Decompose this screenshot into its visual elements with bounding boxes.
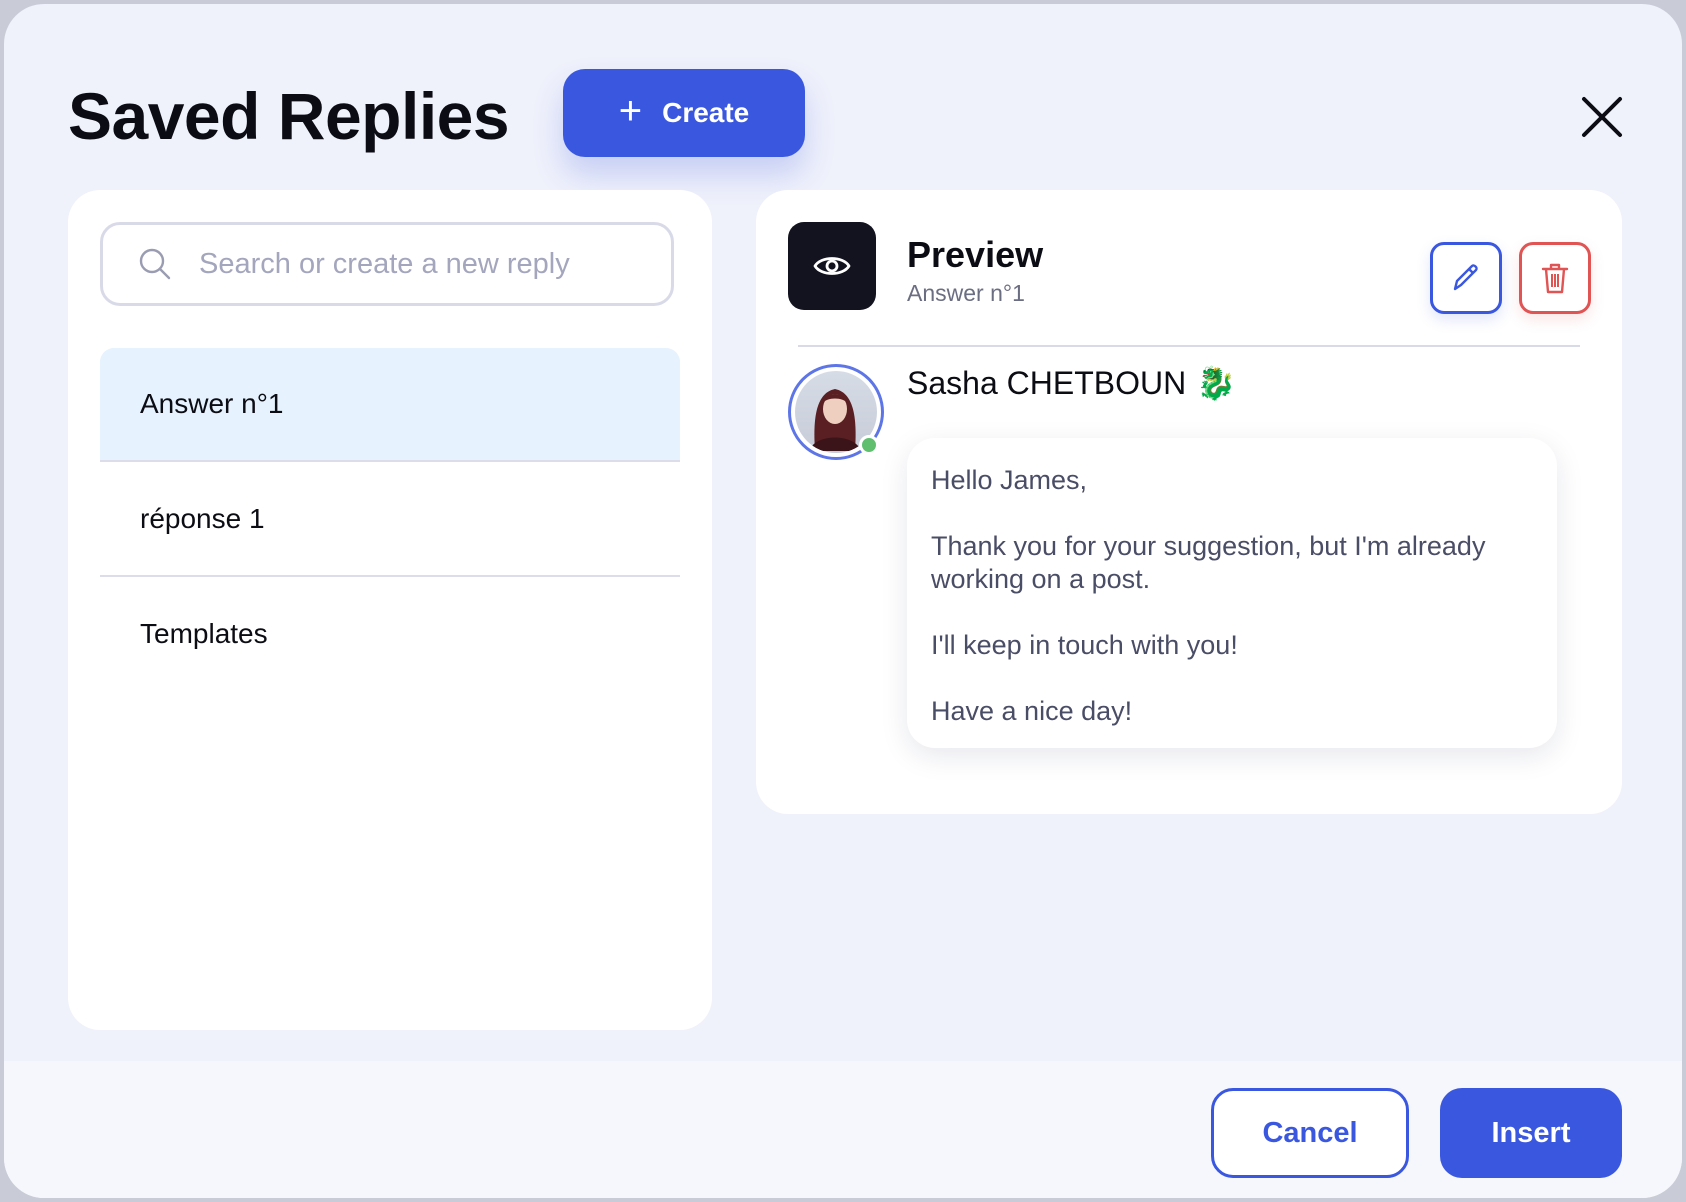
plus-icon: + — [618, 89, 643, 133]
preview-panel: Preview Answer n°1 Sasha CHETBOUN 🐉 Hell… — [756, 190, 1622, 814]
reply-item-answer-1[interactable]: Answer n°1 — [100, 348, 680, 462]
create-button-label: Create — [662, 97, 750, 128]
modal-footer — [4, 1061, 1682, 1198]
saved-replies-modal: Saved Replies + Create Answer n°1 répons… — [4, 4, 1682, 1198]
pencil-icon — [1453, 264, 1478, 291]
delete-button[interactable] — [1519, 242, 1591, 314]
reply-item-label: Answer n°1 — [140, 388, 284, 419]
avatar — [788, 364, 884, 460]
insert-button[interactable]: Insert — [1440, 1088, 1622, 1178]
search-icon — [135, 244, 175, 284]
replies-list-panel: Answer n°1 réponse 1 Templates — [68, 190, 712, 1030]
search-input[interactable] — [197, 246, 661, 282]
reply-item-templates[interactable]: Templates — [100, 578, 680, 690]
list-divider — [100, 575, 680, 577]
preview-title: Preview — [907, 234, 1044, 275]
create-button[interactable]: + Create — [563, 69, 805, 157]
message-bubble: Hello James, Thank you for your suggesti… — [907, 438, 1557, 748]
edit-button[interactable] — [1430, 242, 1502, 314]
message-line: I'll keep in touch with you! — [931, 630, 1238, 660]
author-name: Sasha CHETBOUN — [907, 364, 1187, 401]
author-name-row: Sasha CHETBOUN 🐉 — [907, 364, 1236, 402]
message-line: Have a nice day! — [931, 696, 1133, 726]
reply-item-label: Templates — [140, 618, 268, 649]
reply-item-label: réponse 1 — [140, 503, 265, 534]
preview-divider — [798, 345, 1580, 347]
list-divider — [100, 460, 680, 462]
search-box[interactable] — [100, 222, 674, 306]
close-button[interactable] — [1574, 89, 1630, 145]
author-badge: 🐉 — [1196, 365, 1237, 401]
page-title: Saved Replies — [68, 79, 510, 153]
trash-icon — [1541, 263, 1569, 294]
preview-subtitle: Answer n°1 — [907, 280, 1025, 306]
close-icon — [1582, 97, 1622, 137]
online-status-dot — [859, 435, 879, 455]
reply-item-reponse-1[interactable]: réponse 1 — [100, 463, 680, 577]
message-line: Thank you for your suggestion, but I'm a… — [931, 531, 1486, 594]
message-line: Hello James, — [931, 465, 1088, 495]
cancel-button[interactable]: Cancel — [1211, 1088, 1409, 1178]
preview-icon-box — [788, 222, 876, 310]
eye-icon — [813, 257, 851, 275]
